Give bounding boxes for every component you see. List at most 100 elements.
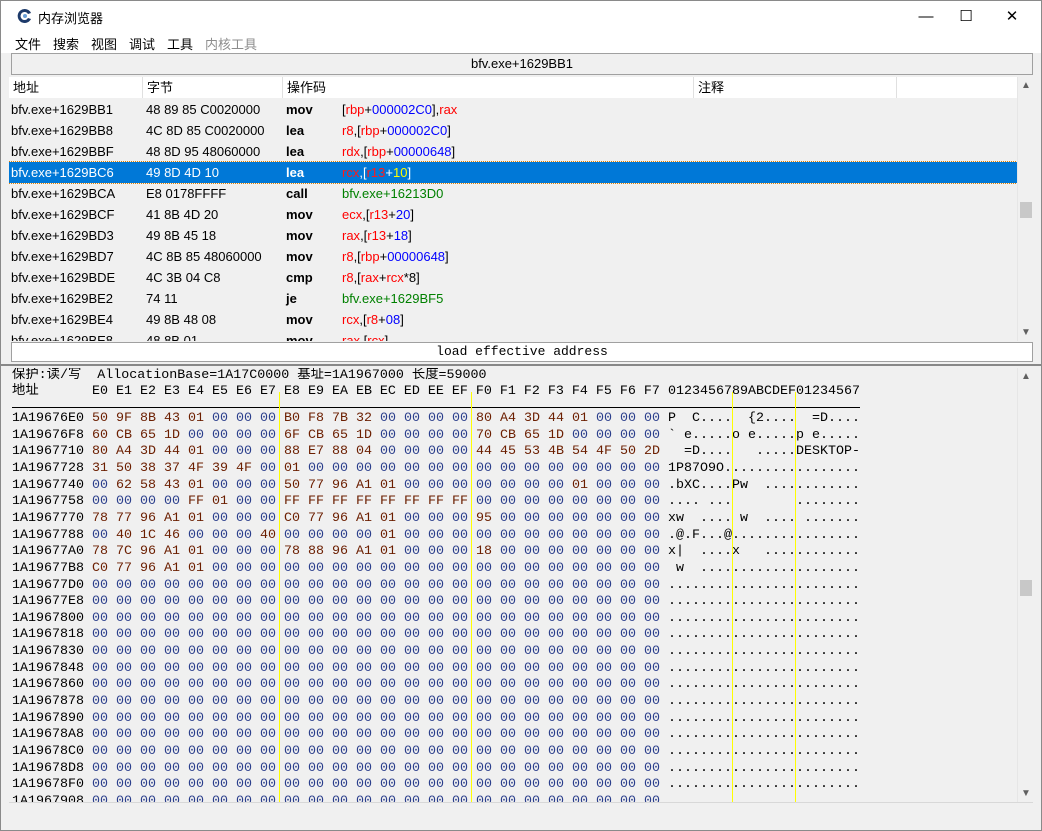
current-address-bar[interactable]: bfv.exe+1629BB1 — [11, 53, 1033, 75]
hex-row-ascii[interactable]: ........................ — [668, 661, 860, 678]
hex-row-ascii[interactable]: P C.... {2.... =D.... — [668, 411, 860, 428]
column-bytes[interactable]: 字节 — [143, 77, 283, 98]
scroll-up-icon[interactable]: ▲ — [1018, 371, 1034, 382]
hex-row[interactable]: 1A1967740 00 62 58 43 01 00 00 00 50 77 9… — [12, 478, 860, 495]
hex-row-bytes[interactable]: 00 00 00 00 00 00 00 00 00 00 00 00 00 0… — [92, 627, 660, 644]
hex-row-ascii[interactable]: ........................ — [668, 578, 860, 595]
hex-row[interactable]: 1A19676E0 50 9F 8B 43 01 00 00 00 B0 F8 7… — [12, 411, 860, 428]
hex-row[interactable]: 1A1967770 78 77 96 A1 01 00 00 00 C0 77 9… — [12, 511, 860, 528]
hex-row-ascii[interactable]: ........................ — [668, 627, 860, 644]
hex-row[interactable]: 1A1967788 00 40 1C 46 00 00 00 40 00 00 0… — [12, 528, 860, 545]
hex-row[interactable]: 1A19677B8 C0 77 96 A1 01 00 00 00 00 00 0… — [12, 561, 860, 578]
close-button[interactable]: ✕ — [989, 1, 1035, 31]
disasm-row[interactable]: bfv.exe+1629BDE 4C 3B 04 C8 cmp r8,[rax+rcx… — [9, 267, 1017, 288]
menu-file[interactable]: 文件 — [15, 34, 41, 53]
disasm-row[interactable]: bfv.exe+1629BE4 49 8B 48 08 mov rcx,[r8+08] — [9, 309, 1017, 330]
hex-row-bytes[interactable]: 31 50 38 37 4F 39 4F 00 01 00 00 00 00 0… — [92, 461, 660, 478]
hex-row-ascii[interactable]: ........................ — [668, 711, 860, 728]
hex-row[interactable]: 1A1967830 00 00 00 00 00 00 00 00 00 00 0… — [12, 644, 860, 661]
hex-row-bytes[interactable]: 00 00 00 00 00 00 00 00 00 00 00 00 00 0… — [92, 727, 660, 744]
hex-row-ascii[interactable]: ........................ — [668, 777, 860, 794]
hex-row[interactable]: 1A19678A8 00 00 00 00 00 00 00 00 00 00 0… — [12, 727, 860, 744]
hex-row[interactable]: 1A1967848 00 00 00 00 00 00 00 00 00 00 0… — [12, 661, 860, 678]
column-opcode[interactable]: 操作码 — [283, 77, 694, 98]
menu-view[interactable]: 视图 — [91, 34, 117, 53]
hex-row-bytes[interactable]: 00 00 00 00 00 00 00 00 00 00 00 00 00 0… — [92, 677, 660, 694]
hex-row[interactable]: 1A19678D8 00 00 00 00 00 00 00 00 00 00 0… — [12, 761, 860, 778]
hex-row-bytes[interactable]: 00 00 00 00 00 00 00 00 00 00 00 00 00 0… — [92, 644, 660, 661]
hex-row-ascii[interactable]: ........................ — [668, 611, 860, 628]
disasm-row[interactable]: bfv.exe+1629BD3 49 8B 45 18 mov rax,[r13+18… — [9, 225, 1017, 246]
hex-row-bytes[interactable]: 00 00 00 00 00 00 00 00 00 00 00 00 00 0… — [92, 777, 660, 794]
hex-row-bytes[interactable]: 00 00 00 00 00 00 00 00 00 00 00 00 00 0… — [92, 694, 660, 711]
hex-row-bytes[interactable]: 50 9F 8B 43 01 00 00 00 B0 F8 7B 32 00 0… — [92, 411, 660, 428]
disasm-scrollbar[interactable]: ▲ ▼ — [1017, 77, 1034, 341]
disasm-row[interactable]: bfv.exe+1629BD7 4C 8B 85 48060000 mov r8,[r… — [9, 246, 1017, 267]
disasm-row[interactable]: bfv.exe+1629BB8 4C 8D 85 C0020000 lea r8,[r… — [9, 120, 1017, 141]
maximize-button[interactable]: ☐ — [943, 1, 989, 31]
disasm-row[interactable]: bfv.exe+1629BBF 48 8D 95 48060000 lea rdx,[… — [9, 141, 1017, 162]
hex-row[interactable]: 1A19677A0 78 7C 96 A1 01 00 00 00 78 88 9… — [12, 544, 860, 561]
hex-row-ascii[interactable]: x| ....x ............ — [668, 544, 860, 561]
hex-row-ascii[interactable]: ........................ — [668, 644, 860, 661]
hex-row-ascii[interactable]: ........................ — [668, 694, 860, 711]
disassembler-view[interactable]: 地址 字节 操作码 注释 bfv.exe+1629BB1 48 89 85 C00… — [9, 77, 1017, 341]
hex-row-bytes[interactable]: 80 A4 3D 44 01 00 00 00 88 E7 88 04 00 0… — [92, 444, 660, 461]
hex-row-bytes[interactable]: 00 00 00 00 00 00 00 00 00 00 00 00 00 0… — [92, 594, 660, 611]
hex-row-bytes[interactable]: C0 77 96 A1 01 00 00 00 00 00 00 00 00 0… — [92, 561, 660, 578]
disasm-row[interactable]: bfv.exe+1629BE2 74 11 je bfv.exe+1629BF5 — [9, 288, 1017, 309]
hex-row[interactable]: 1A19677E8 00 00 00 00 00 00 00 00 00 00 0… — [12, 594, 860, 611]
hex-row[interactable]: 1A19676F8 60 CB 65 1D 00 00 00 00 6F CB 6… — [12, 428, 860, 445]
hex-row-bytes[interactable]: 60 CB 65 1D 00 00 00 00 6F CB 65 1D 00 0… — [92, 428, 660, 445]
disasm-row-selected[interactable]: bfv.exe+1629BC6 49 8D 4D 10 lea rcx,[r13+10… — [9, 161, 1017, 184]
hex-row[interactable]: 1A1967908 00 00 00 00 00 00 00 00 00 00 0… — [12, 794, 860, 802]
hex-row-ascii[interactable]: w .................... — [668, 561, 860, 578]
hex-row-ascii[interactable]: .@.F...@................ — [668, 528, 860, 545]
hex-row-ascii[interactable]: ........................ — [668, 594, 860, 611]
hex-view[interactable]: 保护:读/写 AllocationBase=1A17C0000 基址=1A196… — [9, 368, 1017, 802]
hex-row[interactable]: 1A19678C0 00 00 00 00 00 00 00 00 00 00 0… — [12, 744, 860, 761]
disasm-row[interactable]: bfv.exe+1629BCA E8 0178FFFF call bfv.exe+16… — [9, 183, 1017, 204]
hex-row-bytes[interactable]: 00 00 00 00 00 00 00 00 00 00 00 00 00 0… — [92, 761, 660, 778]
hex-row-bytes[interactable]: 00 00 00 00 00 00 00 00 00 00 00 00 00 0… — [92, 578, 660, 595]
hex-row[interactable]: 1A1967818 00 00 00 00 00 00 00 00 00 00 0… — [12, 627, 860, 644]
hex-row-ascii[interactable]: ........................ — [668, 761, 860, 778]
hex-row-bytes[interactable]: 00 00 00 00 00 00 00 00 00 00 00 00 00 0… — [92, 661, 660, 678]
hex-row-bytes[interactable]: 00 00 00 00 00 00 00 00 00 00 00 00 00 0… — [92, 794, 660, 802]
hex-row-bytes[interactable]: 00 00 00 00 FF 01 00 00 FF FF FF FF FF F… — [92, 494, 660, 511]
hex-row-ascii[interactable]: xw .... w .... ....... — [668, 511, 860, 528]
scroll-thumb[interactable] — [1020, 202, 1032, 218]
hex-row[interactable]: 1A1967878 00 00 00 00 00 00 00 00 00 00 0… — [12, 694, 860, 711]
hex-row-ascii[interactable]: =D.... .....DESKTOP- — [668, 444, 860, 461]
menu-search[interactable]: 搜索 — [53, 34, 79, 53]
hex-row[interactable]: 1A1967860 00 00 00 00 00 00 00 00 00 00 0… — [12, 677, 860, 694]
panel-splitter[interactable] — [1, 364, 1041, 366]
hex-row-ascii[interactable]: ........................ — [668, 727, 860, 744]
hex-row-ascii[interactable]: ........................ — [668, 677, 860, 694]
hex-row-bytes[interactable]: 00 00 00 00 00 00 00 00 00 00 00 00 00 0… — [92, 611, 660, 628]
menu-tools[interactable]: 工具 — [167, 34, 193, 53]
hex-row-ascii[interactable]: .bXC....Pw ............ — [668, 478, 860, 495]
hex-row-ascii[interactable]: ........................ — [668, 744, 860, 761]
hex-row-ascii[interactable]: .... ... ........ — [668, 494, 860, 511]
hex-row[interactable]: 1A1967728 31 50 38 37 4F 39 4F 00 01 00 0… — [12, 461, 860, 478]
hex-row-ascii[interactable]: 1P87O9O................. — [668, 461, 860, 478]
hex-row-ascii[interactable]: ........................ — [668, 794, 860, 802]
hex-row[interactable]: 1A19678F0 00 00 00 00 00 00 00 00 00 00 0… — [12, 777, 860, 794]
hex-row[interactable]: 1A19677D0 00 00 00 00 00 00 00 00 00 00 0… — [12, 578, 860, 595]
disasm-row[interactable]: bfv.exe+1629BCF 41 8B 4D 20 mov ecx,[r13+20… — [9, 204, 1017, 225]
hex-row-ascii[interactable]: ` e.....o e.....p e..... — [668, 428, 860, 445]
hex-row-bytes[interactable]: 78 77 96 A1 01 00 00 00 C0 77 96 A1 01 0… — [92, 511, 660, 528]
hex-row-bytes[interactable]: 00 62 58 43 01 00 00 00 50 77 96 A1 01 0… — [92, 478, 660, 495]
hex-row-bytes[interactable]: 00 00 00 00 00 00 00 00 00 00 00 00 00 0… — [92, 711, 660, 728]
hex-row[interactable]: 1A1967890 00 00 00 00 00 00 00 00 00 00 0… — [12, 711, 860, 728]
hex-row-bytes[interactable]: 78 7C 96 A1 01 00 00 00 78 88 96 A1 01 0… — [92, 544, 660, 561]
hex-row[interactable]: 1A1967800 00 00 00 00 00 00 00 00 00 00 0… — [12, 611, 860, 628]
column-comment[interactable]: 注释 — [694, 77, 897, 98]
hex-row-bytes[interactable]: 00 00 00 00 00 00 00 00 00 00 00 00 00 0… — [92, 744, 660, 761]
scroll-up-icon[interactable]: ▲ — [1018, 80, 1034, 91]
hex-row-bytes[interactable]: 00 40 1C 46 00 00 00 40 00 00 00 00 01 0… — [92, 528, 660, 545]
column-address[interactable]: 地址 — [9, 77, 143, 98]
scroll-down-icon[interactable]: ▼ — [1018, 788, 1034, 799]
hex-scrollbar[interactable]: ▲ ▼ — [1017, 368, 1034, 802]
